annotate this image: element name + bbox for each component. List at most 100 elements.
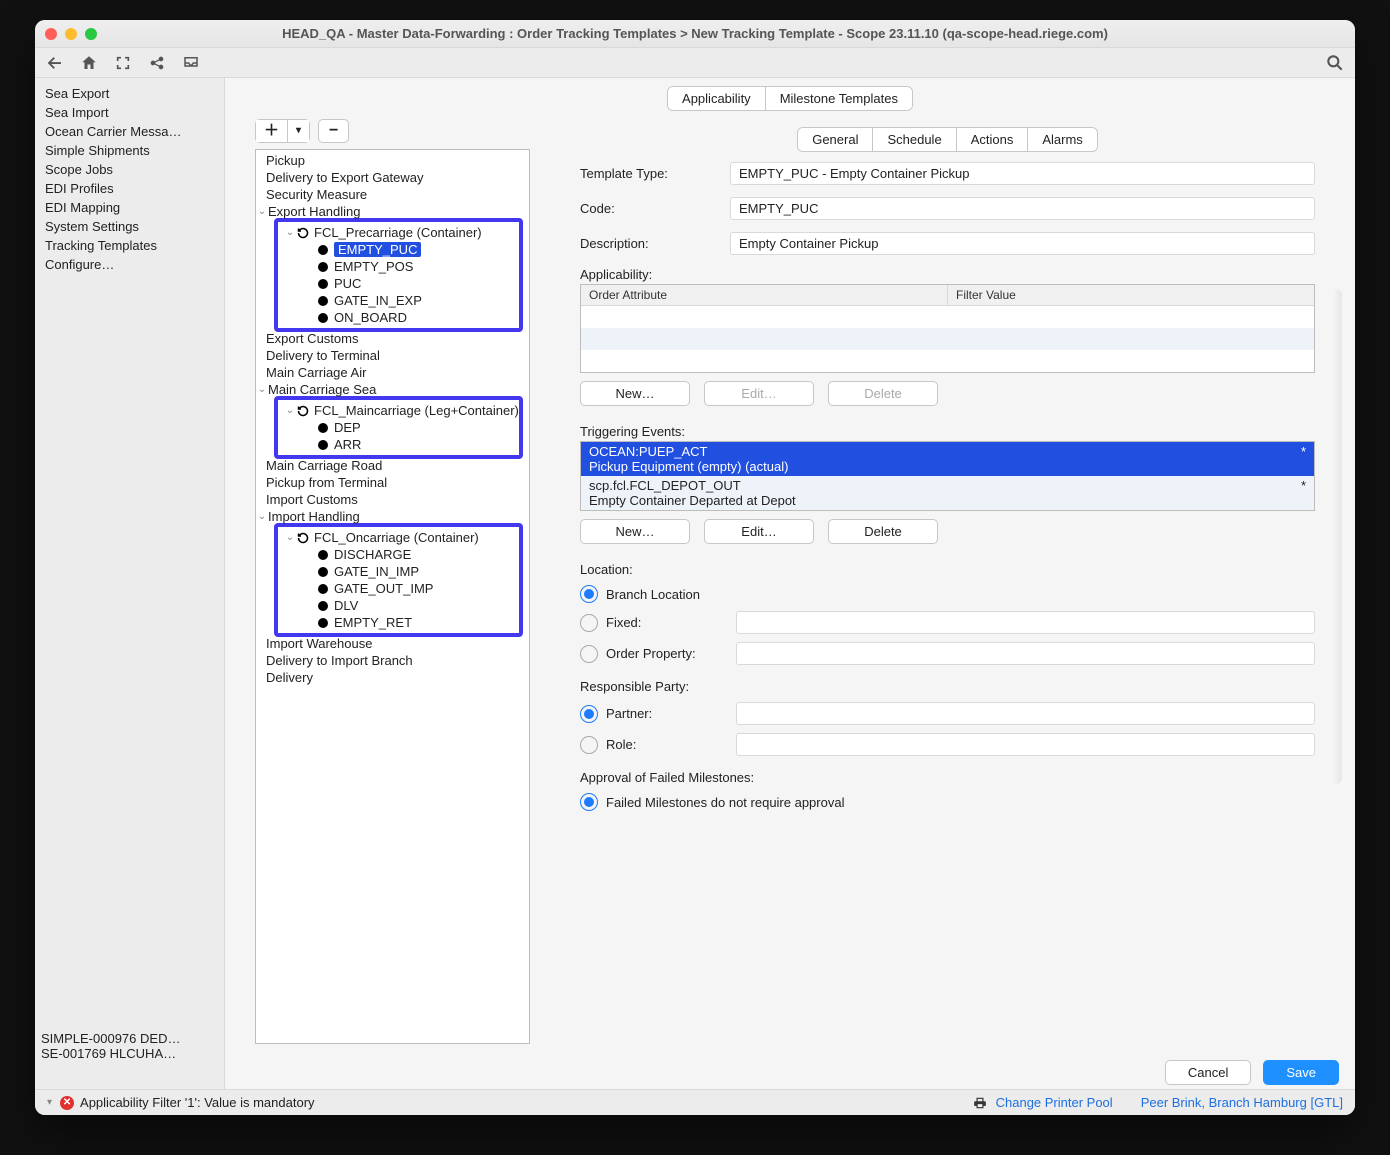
applicability-delete-button[interactable]: Delete xyxy=(828,381,938,406)
scrollbar[interactable] xyxy=(1332,289,1342,784)
radio-branch-location[interactable] xyxy=(580,585,598,603)
tree-item[interactable]: Delivery xyxy=(266,670,313,685)
tree-group[interactable]: FCL_Oncarriage (Container) xyxy=(314,530,479,545)
tree-item[interactable]: Import Customs xyxy=(266,492,358,507)
nav-item[interactable]: EDI Mapping xyxy=(39,198,220,217)
chevron-down-icon[interactable]: ⌄ xyxy=(284,405,296,416)
milestone-tree[interactable]: Pickup Delivery to Export Gateway Securi… xyxy=(255,149,530,1044)
nav-item[interactable]: Sea Import xyxy=(39,103,220,122)
chevron-down-icon[interactable]: ⌄ xyxy=(256,511,268,522)
tree-item[interactable]: Delivery to Export Gateway xyxy=(266,170,424,185)
tree-item[interactable]: Import Warehouse xyxy=(266,636,372,651)
add-dropdown-icon[interactable]: ▾ xyxy=(287,120,309,142)
tree-item[interactable]: Export Handling xyxy=(268,204,361,219)
nav-item[interactable]: EDI Profiles xyxy=(39,179,220,198)
maximize-icon[interactable] xyxy=(85,28,97,40)
tree-leaf[interactable]: GATE_IN_EXP xyxy=(334,293,422,308)
tree-group[interactable]: FCL_Precarriage (Container) xyxy=(314,225,482,240)
fixed-location-input[interactable] xyxy=(736,611,1315,634)
tree-leaf[interactable]: GATE_OUT_IMP xyxy=(334,581,433,596)
change-printer-pool-link[interactable]: Change Printer Pool xyxy=(996,1095,1113,1110)
tree-item[interactable]: Delivery to Import Branch xyxy=(266,653,413,668)
chevron-down-icon[interactable]: ⌄ xyxy=(284,532,296,543)
add-button[interactable]: ＋ xyxy=(256,120,287,142)
responsible-party-label: Responsible Party: xyxy=(580,679,1315,694)
applicability-new-button[interactable]: New… xyxy=(580,381,690,406)
event-row-selected[interactable]: * OCEAN:PUEP_ACT Pickup Equipment (empty… xyxy=(581,442,1314,476)
tree-leaf[interactable]: DISCHARGE xyxy=(334,547,411,562)
tab-alarms[interactable]: Alarms xyxy=(1027,128,1096,151)
cancel-button[interactable]: Cancel xyxy=(1165,1060,1251,1085)
code-field[interactable]: EMPTY_PUC xyxy=(730,197,1315,220)
chevron-down-icon[interactable]: ⌄ xyxy=(284,227,296,238)
fullscreen-icon[interactable] xyxy=(113,53,133,73)
tab-general[interactable]: General xyxy=(798,128,872,151)
event-delete-button[interactable]: Delete xyxy=(828,519,938,544)
tree-item[interactable]: Main Carriage Sea xyxy=(268,382,376,397)
event-row[interactable]: * scp.fcl.FCL_DEPOT_OUT Empty Container … xyxy=(581,476,1314,510)
event-new-button[interactable]: New… xyxy=(580,519,690,544)
recent-item[interactable]: SIMPLE-000976 DED… xyxy=(41,1031,219,1046)
close-icon[interactable] xyxy=(45,28,57,40)
inbox-icon[interactable] xyxy=(181,53,201,73)
event-edit-button[interactable]: Edit… xyxy=(704,519,814,544)
chevron-down-icon[interactable]: ⌄ xyxy=(256,206,268,217)
nav-item[interactable]: Tracking Templates xyxy=(39,236,220,255)
tab-applicability[interactable]: Applicability xyxy=(668,87,765,110)
chevron-down-icon[interactable]: ⌄ xyxy=(256,384,268,395)
order-property-select[interactable] xyxy=(736,642,1315,665)
share-icon[interactable] xyxy=(147,53,167,73)
tree-leaf[interactable]: ARR xyxy=(334,437,361,452)
radio-fixed[interactable] xyxy=(580,614,598,632)
description-field[interactable]: Empty Container Pickup xyxy=(730,232,1315,255)
status-bar: ▾ ✕Applicability Filter '1': Value is ma… xyxy=(35,1089,1355,1115)
home-icon[interactable] xyxy=(79,53,99,73)
user-link[interactable]: Peer Brink, Branch Hamburg [GTL] xyxy=(1141,1095,1343,1110)
tree-item[interactable]: Delivery to Terminal xyxy=(266,348,380,363)
nav-item[interactable]: System Settings xyxy=(39,217,220,236)
tab-schedule[interactable]: Schedule xyxy=(872,128,955,151)
minimize-icon[interactable] xyxy=(65,28,77,40)
tree-leaf[interactable]: DLV xyxy=(334,598,358,613)
chevron-down-icon[interactable]: ▾ xyxy=(47,1097,52,1108)
recent-item[interactable]: SE-001769 HLCUHA… xyxy=(41,1046,219,1061)
remove-button[interactable]: − xyxy=(318,119,349,143)
applicability-edit-button[interactable]: Edit… xyxy=(704,381,814,406)
printer-icon[interactable] xyxy=(972,1095,988,1111)
tree-leaf[interactable]: ON_BOARD xyxy=(334,310,407,325)
tab-milestone-templates[interactable]: Milestone Templates xyxy=(765,87,912,110)
nav-item[interactable]: Scope Jobs xyxy=(39,160,220,179)
partner-input[interactable] xyxy=(736,702,1315,725)
back-icon[interactable] xyxy=(45,53,65,73)
nav-item[interactable]: Simple Shipments xyxy=(39,141,220,160)
radio-partner[interactable] xyxy=(580,705,598,723)
nav-item[interactable]: Configure… xyxy=(39,255,220,274)
tree-leaf[interactable]: EMPTY_RET xyxy=(334,615,412,630)
role-select[interactable] xyxy=(736,733,1315,756)
tree-leaf[interactable]: DEP xyxy=(334,420,361,435)
tree-item[interactable]: Export Customs xyxy=(266,331,358,346)
tree-leaf-selected[interactable]: EMPTY_PUC xyxy=(334,242,421,257)
tree-leaf[interactable]: GATE_IN_IMP xyxy=(334,564,419,579)
tree-leaf[interactable]: EMPTY_POS xyxy=(334,259,413,274)
triggering-events-list[interactable]: * OCEAN:PUEP_ACT Pickup Equipment (empty… xyxy=(580,441,1315,511)
tree-item[interactable]: Import Handling xyxy=(268,509,360,524)
tree-item[interactable]: Security Measure xyxy=(266,187,367,202)
tab-actions[interactable]: Actions xyxy=(956,128,1028,151)
radio-approval-not-required[interactable] xyxy=(580,793,598,811)
tree-item[interactable]: Main Carriage Road xyxy=(266,458,382,473)
tree-leaf[interactable]: PUC xyxy=(334,276,361,291)
save-button[interactable]: Save xyxy=(1263,1060,1339,1085)
radio-role[interactable] xyxy=(580,736,598,754)
titlebar: HEAD_QA - Master Data-Forwarding : Order… xyxy=(35,20,1355,48)
nav-item[interactable]: Ocean Carrier Messa… xyxy=(39,122,220,141)
tree-group[interactable]: FCL_Maincarriage (Leg+Container) xyxy=(314,403,519,418)
tree-item[interactable]: Pickup xyxy=(266,153,305,168)
tree-item[interactable]: Main Carriage Air xyxy=(266,365,366,380)
nav-item[interactable]: Sea Export xyxy=(39,84,220,103)
template-type-field[interactable]: EMPTY_PUC - Empty Container Pickup xyxy=(730,162,1315,185)
radio-order-property[interactable] xyxy=(580,645,598,663)
search-icon[interactable] xyxy=(1325,53,1345,73)
tree-item[interactable]: Pickup from Terminal xyxy=(266,475,387,490)
applicability-grid[interactable]: Order Attribute Filter Value xyxy=(580,284,1315,373)
